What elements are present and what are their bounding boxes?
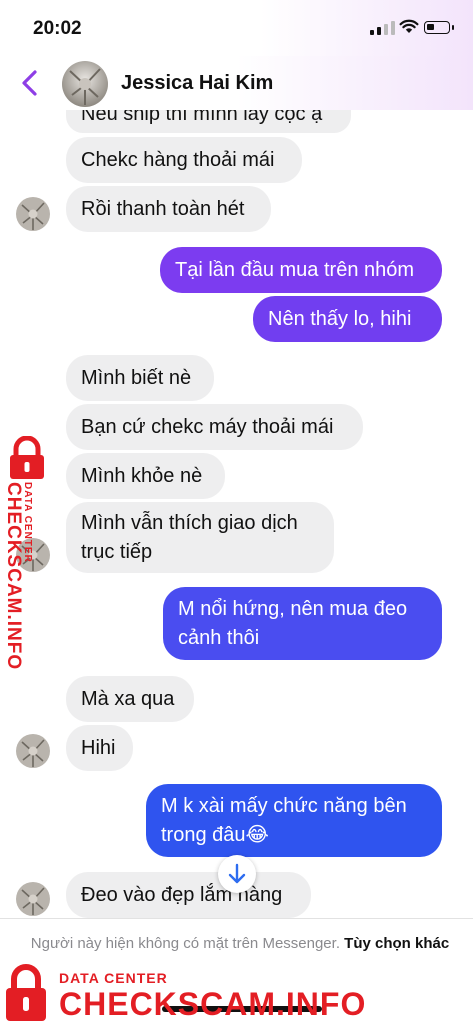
message-bubble-incoming[interactable]: Đeo vào đẹp lắm nàng (66, 872, 311, 918)
wifi-icon (399, 19, 419, 33)
scroll-to-bottom-button[interactable] (218, 855, 256, 893)
message-list[interactable]: Nếu ship thì mình lấy cọc ạ Chekc hàng t… (0, 110, 473, 918)
chat-header: Jessica Hai Kim (0, 56, 473, 110)
watermark-side-line2: CHECKSCAM.INFO (3, 482, 24, 671)
watermark-bottom-line2: CHECKSCAM.INFO (59, 986, 367, 1022)
sender-avatar[interactable] (16, 882, 50, 916)
battery-icon (424, 21, 454, 34)
message-bubble-incoming[interactable]: Hihi (66, 725, 133, 771)
message-bubble-incoming[interactable]: Bạn cứ chekc máy thoải mái (66, 404, 363, 450)
message-bubble-incoming[interactable]: Rồi thanh toàn hét (66, 186, 271, 232)
status-bar: 20:02 (0, 0, 473, 56)
unavailable-notice: Người này hiện không có mặt trên Messeng… (30, 933, 450, 955)
message-bubble-outgoing[interactable]: Nên thấy lo, hihi (253, 296, 442, 342)
contact-avatar[interactable] (62, 61, 108, 107)
status-time: 20:02 (33, 18, 82, 39)
lock-icon (6, 964, 46, 1021)
sender-avatar[interactable] (16, 734, 50, 768)
message-bubble-incoming[interactable]: Nếu ship thì mình lấy cọc ạ (66, 110, 351, 133)
message-bubble-incoming[interactable]: Mình khỏe nè (66, 453, 225, 499)
message-bubble-incoming[interactable]: Mà xa qua (66, 676, 194, 722)
contact-name[interactable]: Jessica Hai Kim (121, 72, 273, 95)
more-options-link[interactable]: Tùy chọn khác (344, 935, 449, 952)
watermark-bottom-line1: DATA CENTER (59, 970, 168, 986)
message-bubble-outgoing[interactable]: M k xài mấy chức năng bên trong đâu😂 (146, 784, 442, 857)
cellular-signal-icon (370, 21, 395, 35)
message-bubble-incoming[interactable]: Mình vẫn thích giao dịch trục tiếp (66, 502, 334, 573)
message-bubble-outgoing[interactable]: M nổi hứng, nên mua đeo cảnh thôi (163, 587, 442, 660)
watermark-side: DATA CENTER CHECKSCAM.INFO (2, 436, 46, 676)
lock-icon (10, 436, 44, 479)
message-bubble-incoming[interactable]: Mình biết nè (66, 355, 214, 401)
message-bubble-outgoing[interactable]: Tại lần đầu mua trên nhóm (160, 247, 442, 293)
unavailable-notice-text: Người này hiện không có mặt trên Messeng… (30, 935, 340, 952)
arrow-down-icon (228, 863, 246, 884)
back-chevron-icon[interactable] (18, 68, 42, 98)
sender-avatar[interactable] (16, 197, 50, 231)
message-bubble-incoming[interactable]: Chekc hàng thoải mái (66, 137, 302, 183)
watermark-bottom: DATA CENTER CHECKSCAM.INFO (0, 960, 365, 1024)
